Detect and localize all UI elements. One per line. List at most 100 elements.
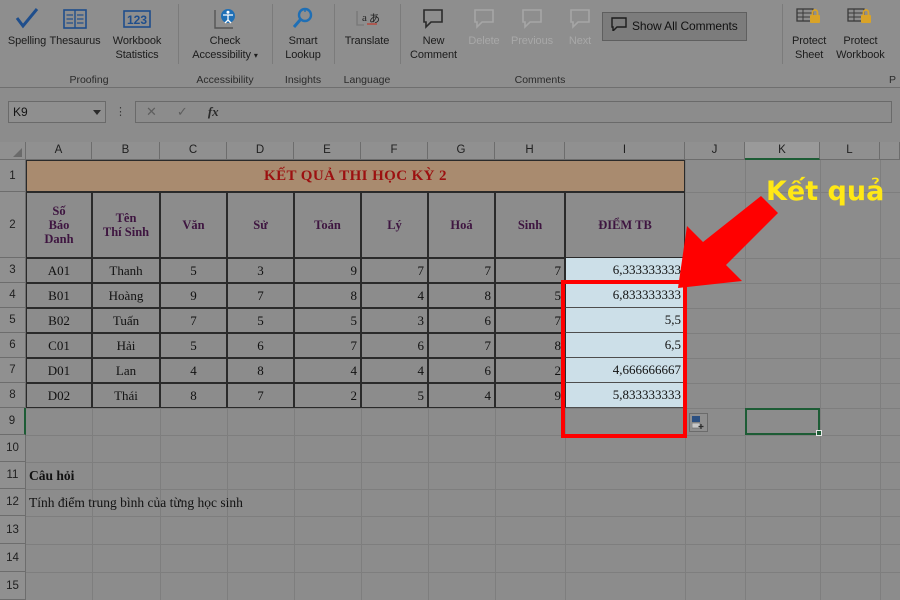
table-cell-H6[interactable]: 8 bbox=[495, 333, 565, 358]
table-cell-I5[interactable]: 5,5 bbox=[565, 308, 685, 333]
protect-workbook-button[interactable]: Protect Workbook bbox=[831, 2, 890, 63]
table-cell-I8[interactable]: 5,833333333 bbox=[565, 383, 685, 408]
table-cell-B6[interactable]: Hải bbox=[92, 333, 160, 358]
table-cell-E5[interactable]: 5 bbox=[294, 308, 361, 333]
row-header-15[interactable]: 15 bbox=[0, 572, 26, 600]
header-cell-sbd[interactable]: Số Báo Danh bbox=[26, 192, 92, 258]
row-header-3[interactable]: 3 bbox=[0, 258, 26, 283]
table-cell-C7[interactable]: 4 bbox=[160, 358, 227, 383]
table-cell-F4[interactable]: 4 bbox=[361, 283, 428, 308]
row-header-1[interactable]: 1 bbox=[0, 160, 26, 192]
row-header-6[interactable]: 6 bbox=[0, 333, 26, 358]
table-cell-C3[interactable]: 5 bbox=[160, 258, 227, 283]
table-cell-A8[interactable]: D02 bbox=[26, 383, 92, 408]
column-header-H[interactable]: H bbox=[495, 142, 565, 160]
name-box[interactable]: K9 bbox=[8, 101, 106, 123]
header-cell-su[interactable]: Sử bbox=[227, 192, 294, 258]
table-cell-C5[interactable]: 7 bbox=[160, 308, 227, 333]
table-cell-C4[interactable]: 9 bbox=[160, 283, 227, 308]
table-cell-H8[interactable]: 9 bbox=[495, 383, 565, 408]
table-cell-G4[interactable]: 8 bbox=[428, 283, 495, 308]
fill-handle[interactable] bbox=[816, 430, 822, 436]
table-cell-D4[interactable]: 7 bbox=[227, 283, 294, 308]
row-header-8[interactable]: 8 bbox=[0, 383, 26, 408]
chevron-down-icon[interactable]: ▾ bbox=[254, 51, 258, 60]
header-cell-ten[interactable]: Tên Thí Sinh bbox=[92, 192, 160, 258]
header-cell-diemtb[interactable]: ĐIỂM TB bbox=[565, 192, 685, 258]
table-cell-A5[interactable]: B02 bbox=[26, 308, 92, 333]
table-cell-G7[interactable]: 6 bbox=[428, 358, 495, 383]
row-header-12[interactable]: 12 bbox=[0, 489, 26, 516]
table-cell-B3[interactable]: Thanh bbox=[92, 258, 160, 283]
row-header-10[interactable]: 10 bbox=[0, 435, 26, 462]
workbook-statistics-button[interactable]: 123 Workbook Statistics bbox=[101, 2, 173, 63]
translate-button[interactable]: a あ Translate bbox=[340, 2, 395, 50]
header-cell-toan[interactable]: Toán bbox=[294, 192, 361, 258]
table-cell-G8[interactable]: 4 bbox=[428, 383, 495, 408]
table-cell-E4[interactable]: 8 bbox=[294, 283, 361, 308]
column-header-J[interactable]: J bbox=[685, 142, 745, 160]
next-comment-button[interactable]: Next bbox=[558, 2, 602, 50]
table-cell-D8[interactable]: 7 bbox=[227, 383, 294, 408]
table-cell-A3[interactable]: A01 bbox=[26, 258, 92, 283]
selected-cell-K9[interactable] bbox=[745, 408, 820, 435]
table-cell-I4[interactable]: 6,833333333 bbox=[565, 283, 685, 308]
column-header-A[interactable]: A bbox=[26, 142, 92, 160]
table-cell-B8[interactable]: Thái bbox=[92, 383, 160, 408]
table-cell-G6[interactable]: 7 bbox=[428, 333, 495, 358]
question-label-cell-A11[interactable]: Câu hỏi bbox=[26, 462, 226, 489]
select-all-corner[interactable] bbox=[0, 142, 26, 160]
check-accessibility-button[interactable]: Check Accessibility ▾ bbox=[183, 2, 267, 64]
thesaurus-button[interactable]: Thesaurus bbox=[49, 2, 101, 50]
table-cell-H4[interactable]: 5 bbox=[495, 283, 565, 308]
table-cell-D5[interactable]: 5 bbox=[227, 308, 294, 333]
column-header-I[interactable]: I bbox=[565, 142, 685, 160]
show-all-comments-toggle[interactable]: Show All Comments bbox=[602, 12, 747, 41]
column-header-M[interactable] bbox=[880, 142, 900, 160]
more-options-icon[interactable]: ⋮ bbox=[115, 108, 126, 117]
header-cell-sinh[interactable]: Sinh bbox=[495, 192, 565, 258]
column-header-K[interactable]: K bbox=[745, 142, 820, 160]
table-cell-H3[interactable]: 7 bbox=[495, 258, 565, 283]
formula-input[interactable] bbox=[229, 101, 892, 123]
confirm-check-icon[interactable]: ✓ bbox=[177, 104, 188, 120]
table-cell-D7[interactable]: 8 bbox=[227, 358, 294, 383]
chevron-down-icon[interactable] bbox=[93, 110, 101, 115]
header-cell-hoa[interactable]: Hoá bbox=[428, 192, 495, 258]
table-cell-D6[interactable]: 6 bbox=[227, 333, 294, 358]
table-cell-B4[interactable]: Hoàng bbox=[92, 283, 160, 308]
table-cell-F5[interactable]: 3 bbox=[361, 308, 428, 333]
row-header-5[interactable]: 5 bbox=[0, 308, 26, 333]
table-cell-F6[interactable]: 6 bbox=[361, 333, 428, 358]
paste-options-icon[interactable] bbox=[689, 413, 708, 432]
row-header-9[interactable]: 9 bbox=[0, 408, 26, 435]
table-cell-F7[interactable]: 4 bbox=[361, 358, 428, 383]
table-cell-I3[interactable]: 6,333333333 bbox=[565, 258, 685, 283]
table-cell-E8[interactable]: 2 bbox=[294, 383, 361, 408]
table-cell-B7[interactable]: Lan bbox=[92, 358, 160, 383]
row-header-14[interactable]: 14 bbox=[0, 544, 26, 572]
row-header-2[interactable]: 2 bbox=[0, 192, 26, 258]
header-cell-van[interactable]: Văn bbox=[160, 192, 227, 258]
protect-sheet-button[interactable]: Protect Sheet bbox=[787, 2, 831, 63]
table-cell-G5[interactable]: 6 bbox=[428, 308, 495, 333]
table-cell-E6[interactable]: 7 bbox=[294, 333, 361, 358]
fx-insert-function-icon[interactable]: fx bbox=[208, 104, 219, 120]
cancel-x-icon[interactable]: ✕ bbox=[146, 104, 157, 120]
sheet-title-cell[interactable]: KẾT QUẢ THI HỌC KỲ 2 bbox=[26, 160, 685, 192]
column-header-F[interactable]: F bbox=[361, 142, 428, 160]
table-cell-H7[interactable]: 2 bbox=[495, 358, 565, 383]
table-cell-A7[interactable]: D01 bbox=[26, 358, 92, 383]
column-header-L[interactable]: L bbox=[820, 142, 880, 160]
smart-lookup-button[interactable]: Smart Lookup bbox=[280, 2, 326, 63]
table-cell-A6[interactable]: C01 bbox=[26, 333, 92, 358]
table-cell-D3[interactable]: 3 bbox=[227, 258, 294, 283]
previous-comment-button[interactable]: Previous bbox=[506, 2, 558, 50]
table-cell-F3[interactable]: 7 bbox=[361, 258, 428, 283]
question-text-cell-A12[interactable]: Tính điểm trung bình của từng học sinh bbox=[26, 489, 426, 516]
table-cell-I6[interactable]: 6,5 bbox=[565, 333, 685, 358]
table-cell-B5[interactable]: Tuấn bbox=[92, 308, 160, 333]
row-header-7[interactable]: 7 bbox=[0, 358, 26, 383]
column-header-C[interactable]: C bbox=[160, 142, 227, 160]
delete-comment-button[interactable]: Delete bbox=[462, 2, 506, 50]
